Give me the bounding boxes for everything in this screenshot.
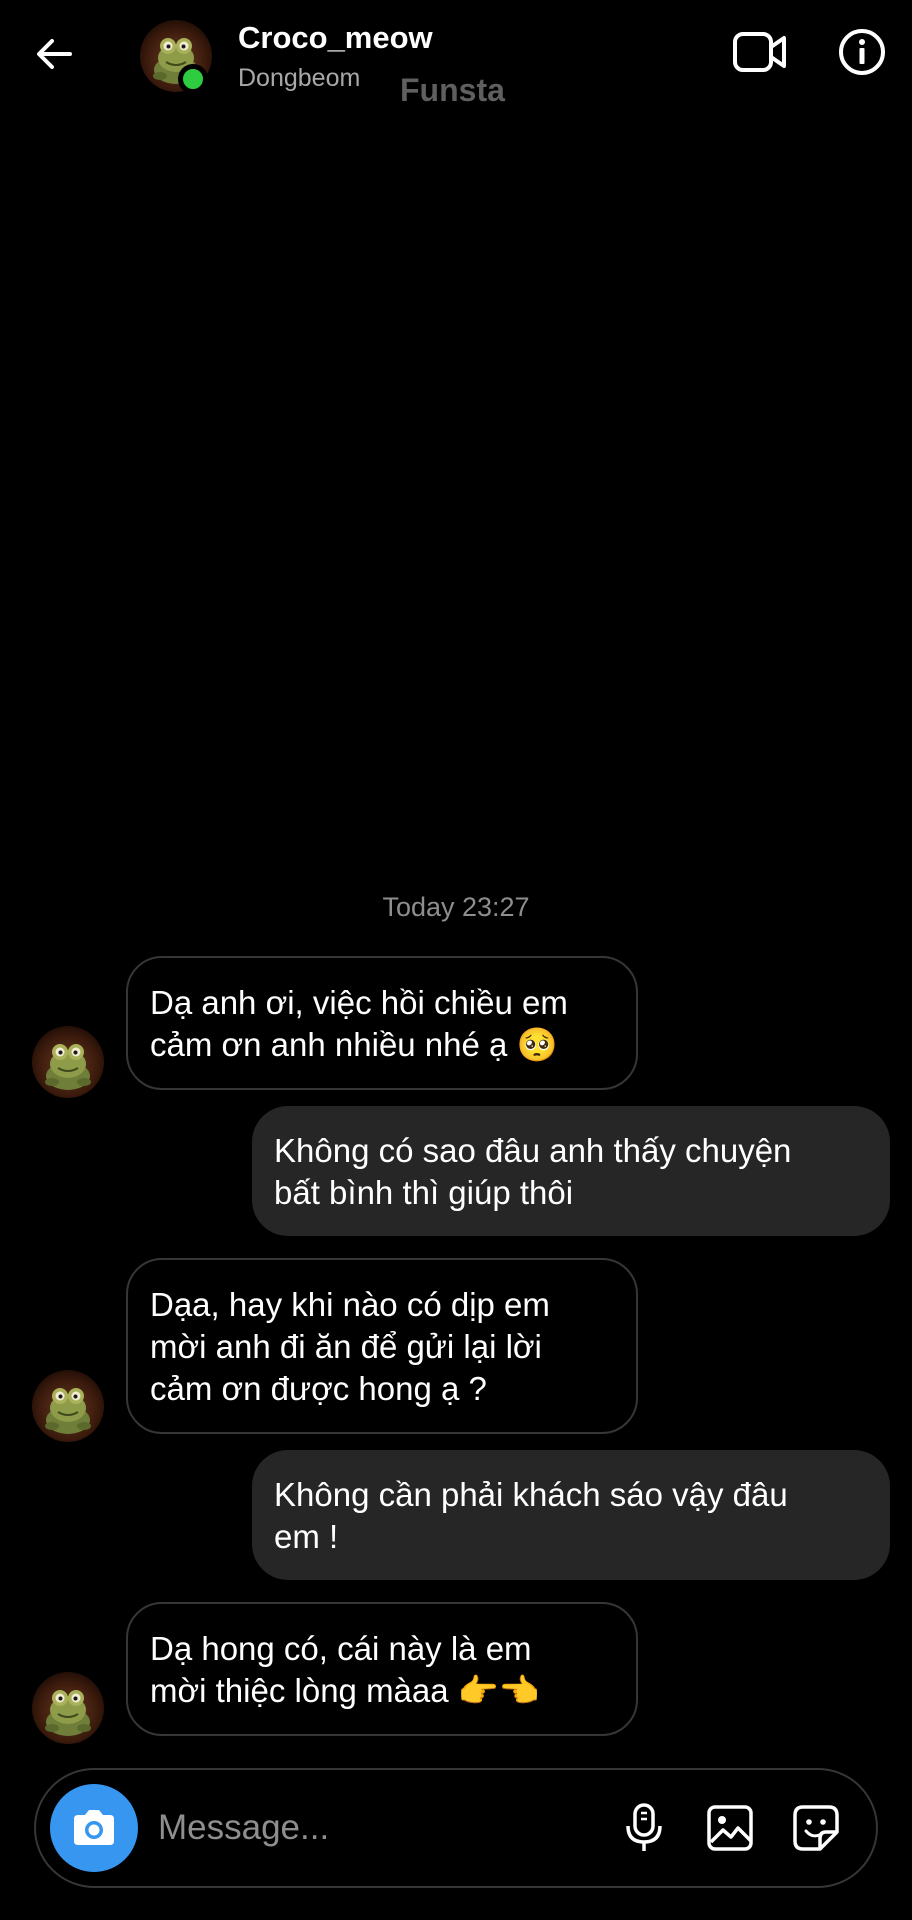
sender-avatar[interactable] — [32, 1370, 104, 1442]
microphone-icon — [626, 1803, 662, 1851]
incoming-message-bubble[interactable]: Dạ anh ơi, việc hồi chiều em cảm ơn anh … — [126, 956, 638, 1090]
message-text-line: cảm ơn anh nhiều nhé ạ 🥺 — [150, 1026, 558, 1063]
message-text-line: Dạa, hay khi nào có dịp em — [150, 1286, 550, 1323]
message-text-line: cảm ơn được hong ạ ? — [150, 1370, 487, 1407]
sticker-icon — [793, 1805, 839, 1851]
chat-header: Croco_meow Dongbeom Funsta — [0, 0, 912, 120]
message-text-line: em ! — [274, 1518, 339, 1555]
camera-icon — [74, 1810, 114, 1845]
camera-button[interactable] — [50, 1784, 138, 1872]
message-input[interactable] — [158, 1800, 498, 1856]
message-text-line: mời thiệc lòng màaa 👉👈 — [150, 1672, 540, 1709]
back-button[interactable] — [30, 30, 78, 78]
sticker-button[interactable] — [788, 1800, 844, 1856]
message-text-line: Dạ anh ơi, việc hồi chiều em — [150, 984, 568, 1021]
message-text-line: Dạ hong có, cái này là em — [150, 1630, 532, 1667]
sender-avatar[interactable] — [32, 1026, 104, 1098]
online-status-indicator — [178, 64, 208, 94]
outgoing-message-bubble[interactable]: Không có sao đâu anh thấy chuyện bất bìn… — [252, 1106, 890, 1236]
contact-name[interactable]: Croco_meow — [238, 20, 433, 56]
gallery-button[interactable] — [702, 1800, 758, 1856]
message-text-line: bất bình thì giúp thôi — [274, 1174, 574, 1211]
conversation-info-button[interactable] — [834, 24, 890, 80]
contact-subtitle: Dongbeom — [238, 64, 361, 92]
gallery-icon — [707, 1805, 753, 1851]
incoming-message-bubble[interactable]: Dạa, hay khi nào có dịp em mời anh đi ăn… — [126, 1258, 638, 1434]
message-text-line: Không cần phải khách sáo vậy đâu — [274, 1476, 788, 1513]
info-icon — [839, 29, 885, 75]
message-timestamp: Today 23:27 — [382, 892, 530, 922]
outgoing-message-bubble[interactable]: Không cần phải khách sáo vậy đâu em ! — [252, 1450, 890, 1580]
video-call-icon — [733, 32, 786, 72]
incoming-message-bubble[interactable]: Dạ hong có, cái này là em mời thiệc lòng… — [126, 1602, 638, 1736]
back-arrow-icon — [37, 39, 72, 69]
voice-message-button[interactable] — [616, 1800, 672, 1856]
sender-avatar[interactable] — [32, 1672, 104, 1744]
message-text-line: Không có sao đâu anh thấy chuyện — [274, 1132, 792, 1169]
message-text-line: mời anh đi ăn để gửi lại lời — [150, 1328, 542, 1365]
message-composer — [34, 1768, 878, 1888]
watermark: Funsta — [400, 72, 505, 108]
video-call-button[interactable] — [730, 24, 790, 80]
